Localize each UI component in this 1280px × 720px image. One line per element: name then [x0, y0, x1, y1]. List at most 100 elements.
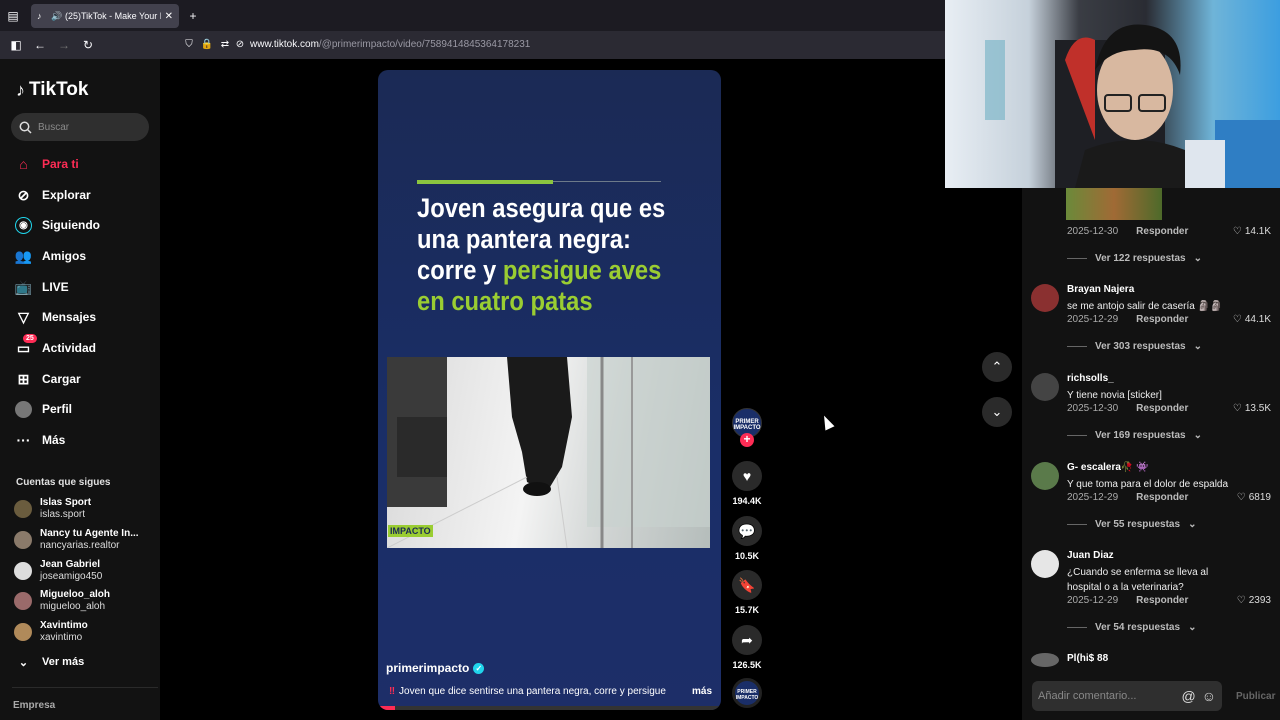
nav-item-perfil[interactable]: Perfil: [15, 397, 72, 421]
view-replies-button[interactable]: Ver 122 respuestas ⌄: [1067, 253, 1202, 264]
account-avatar: [14, 592, 32, 610]
shield-icon[interactable]: ⛉: [182, 38, 196, 52]
nav-item-explorar[interactable]: ⊘ Explorar: [15, 183, 91, 207]
comment-like-button[interactable]: ♡ 2393: [1237, 595, 1271, 606]
follow-plus-button[interactable]: +: [740, 433, 754, 447]
nav-item-mensajes[interactable]: ▽ Mensajes: [15, 305, 96, 329]
nav-item-cargar[interactable]: ⊞ Cargar: [15, 367, 81, 391]
reload-icon[interactable]: ↻: [81, 38, 95, 52]
close-tab-icon[interactable]: ✕: [165, 11, 173, 22]
account-handle: islas.sport: [40, 509, 86, 520]
comment-avatar[interactable]: [1031, 284, 1059, 312]
video-progress-bar[interactable]: [378, 706, 721, 710]
comment-author[interactable]: richsolls_: [1067, 373, 1114, 384]
comment-author[interactable]: Pl(hi$ 88: [1067, 653, 1108, 664]
comment-avatar[interactable]: [1031, 373, 1059, 401]
nav-item-siguiendo[interactable]: ◉ Siguiendo: [15, 213, 100, 237]
search-input[interactable]: [38, 121, 138, 133]
view-replies-label: Ver 122 respuestas: [1095, 253, 1186, 264]
forward-icon[interactable]: →: [57, 38, 71, 52]
back-icon[interactable]: ←: [33, 38, 47, 52]
comment-like-button[interactable]: ♡ 44.1K: [1233, 314, 1271, 325]
account-avatar: [14, 531, 32, 549]
account-avatar: [14, 500, 32, 518]
see-more-accounts[interactable]: ⌄ Ver más: [15, 650, 84, 674]
caption-more-button[interactable]: más: [692, 686, 712, 697]
url-field[interactable]: www.tiktok.com/@primerimpacto/video/7589…: [250, 39, 530, 50]
like-action[interactable]: ♥ 194.4K: [732, 461, 762, 506]
tracking-blocked-icon[interactable]: ⊘: [233, 38, 247, 52]
followed-account[interactable]: Migueloo_aloh migueloo_aloh: [14, 587, 110, 615]
tiktok-logo[interactable]: ♪ TikTok: [16, 79, 88, 101]
see-more-label: Ver más: [42, 656, 85, 668]
previous-video-button[interactable]: ⌃: [982, 352, 1012, 382]
nav-item-para-ti[interactable]: ⌂ Para ti: [15, 152, 78, 176]
account-name: Migueloo_aloh: [40, 589, 110, 600]
share-action[interactable]: ➦ 126.5K: [732, 625, 762, 670]
comment-date: 2025-12-30: [1067, 226, 1119, 237]
video-caption: ‼ Joven que dice sentirse una pantera ne…: [389, 686, 709, 697]
author-name[interactable]: primerimpacto: [386, 661, 469, 675]
view-replies-label: Ver 169 respuestas: [1095, 430, 1186, 441]
nav-label: Siguiendo: [42, 218, 100, 232]
comment-avatar[interactable]: [1031, 653, 1059, 667]
view-replies-button[interactable]: Ver 54 respuestas ⌄: [1067, 622, 1196, 633]
next-video-button[interactable]: ⌄: [982, 397, 1012, 427]
reply-button[interactable]: Responder: [1136, 492, 1188, 503]
reply-button[interactable]: Responder: [1136, 314, 1188, 325]
nav-item-amigos[interactable]: 👥 Amigos: [15, 244, 86, 268]
music-disc[interactable]: PRIMER IMPACTO: [732, 678, 762, 708]
video-player[interactable]: Joven asegura que es una pantera negra: …: [378, 70, 721, 710]
comment-avatar[interactable]: [1031, 550, 1059, 578]
view-replies-button[interactable]: Ver 303 respuestas ⌄: [1067, 341, 1202, 352]
nav-item-mas[interactable]: ··· Más: [15, 428, 66, 452]
following-heading: Cuentas que sigues: [16, 477, 111, 488]
home-icon: ⌂: [19, 156, 28, 172]
comment-author[interactable]: Juan Diaz: [1067, 550, 1114, 561]
nav-item-live[interactable]: 📺 LIVE: [15, 275, 69, 299]
heart-icon[interactable]: ♥: [732, 461, 762, 491]
nav-item-actividad[interactable]: ▭ 25 Actividad: [15, 333, 97, 360]
post-comment-button[interactable]: Publicar: [1236, 691, 1275, 702]
permissions-icon[interactable]: ⇄: [218, 38, 232, 52]
video-author[interactable]: primerimpacto ✓: [386, 661, 485, 675]
bookmark-icon[interactable]: 🔖: [732, 570, 762, 600]
reply-button[interactable]: Responder: [1136, 403, 1188, 414]
nav-label: Actividad: [42, 341, 97, 355]
emoji-icon[interactable]: ☺: [1202, 688, 1216, 704]
comment-like-button[interactable]: ♡ 14.1K: [1233, 226, 1271, 237]
comment-composer[interactable]: @ ☺: [1032, 681, 1222, 711]
mention-icon[interactable]: @: [1181, 688, 1195, 704]
search-box[interactable]: [11, 113, 149, 141]
share-icon[interactable]: ➦: [732, 625, 762, 655]
comment-like-button[interactable]: ♡ 13.5K: [1233, 403, 1271, 414]
followed-account[interactable]: Nancy tu Agente In... nancyarias.realtor: [14, 526, 139, 554]
heart-outline-icon: ♡: [1236, 492, 1246, 503]
view-replies-button[interactable]: Ver 169 respuestas ⌄: [1067, 430, 1202, 441]
reply-button[interactable]: Responder: [1136, 226, 1188, 237]
followed-account[interactable]: Islas Sport islas.sport: [14, 495, 91, 523]
sidebar-toggle-icon[interactable]: ◧: [9, 38, 23, 52]
comment-action[interactable]: 💬 10.5K: [732, 516, 762, 561]
lock-icon[interactable]: 🔒: [200, 38, 214, 52]
save-action[interactable]: 🔖 15.7K: [732, 570, 762, 615]
friends-icon: 👥: [14, 247, 33, 264]
comment-input[interactable]: [1038, 690, 1176, 702]
replies-line: [1067, 346, 1087, 347]
comment-icon[interactable]: 💬: [732, 516, 762, 546]
view-replies-button[interactable]: Ver 55 respuestas ⌄: [1067, 519, 1196, 530]
browser-tab[interactable]: ♪ 🔊 (25)TikTok - Make Your Day ✕: [31, 4, 179, 28]
new-tab-icon[interactable]: +: [186, 9, 200, 23]
footer-link-empresa[interactable]: Empresa: [13, 700, 55, 711]
account-handle: xavintimo: [40, 632, 83, 643]
speaker-icon[interactable]: 🔊: [51, 11, 62, 21]
comment-author[interactable]: G- escalera🥀 👾: [1067, 462, 1149, 473]
comment-avatar[interactable]: [1031, 462, 1059, 490]
followed-account[interactable]: Xavintimo xavintimo: [14, 618, 88, 646]
comment-author[interactable]: Brayan Najera: [1067, 284, 1134, 295]
reply-button[interactable]: Responder: [1136, 595, 1188, 606]
comment-like-button[interactable]: ♡ 6819: [1237, 492, 1271, 503]
followed-account[interactable]: Jean Gabriel joseamigo450: [14, 557, 102, 585]
tab-list-icon[interactable]: ▤: [6, 9, 20, 23]
headline-accent-line: [553, 181, 661, 182]
